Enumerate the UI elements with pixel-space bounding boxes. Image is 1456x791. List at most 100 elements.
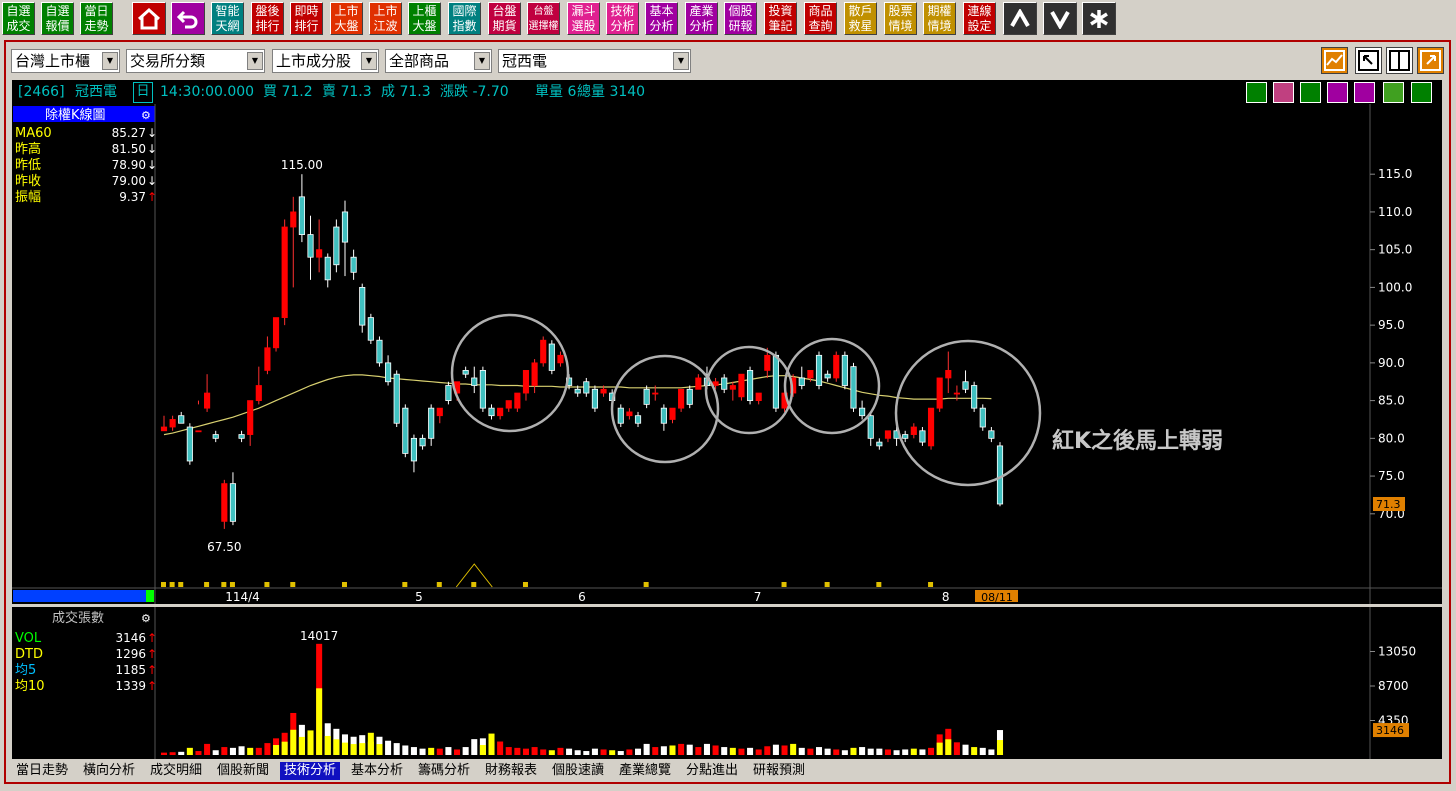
gear-icon[interactable]: ⚙ [141, 109, 151, 122]
candle-body [238, 434, 245, 439]
stock-name: 冠西電 [75, 84, 117, 100]
volume-chart[interactable]: 成交張數 ⚙ VOL 3146 ↑DTD 1296 ↑均5 1185 ↑均10 1339 ↑ 1… [12, 607, 1442, 759]
quote-bar: [2466] 冠西電 日 14:30:00.000 買 71.2 賣 71.3 … [12, 80, 1442, 104]
current-price-label: 71.3 [1376, 498, 1401, 511]
price-tick-label: 110.0 [1378, 205, 1412, 219]
popout-window-icon[interactable] [1417, 47, 1444, 74]
volume-bar [255, 747, 262, 755]
remove-indicator-icon[interactable] [1354, 82, 1375, 103]
undo-icon[interactable] [171, 2, 205, 35]
toolbar-button-10[interactable]: 台盤 期貨 [488, 2, 521, 35]
toolbar-button-3[interactable]: 智能 天網 [211, 2, 244, 35]
tab-3[interactable]: 個股新聞 [213, 762, 273, 780]
toolbar-button-12[interactable]: 漏斗 選股 [567, 2, 600, 35]
tab-6[interactable]: 籌碼分析 [414, 762, 474, 780]
candlestick-chart[interactable]: 除權K線圖 ⚙ MA60 85.27 ↓昨高 81.50 ↓昨低 78.90 ↓昨收 79.0… [12, 104, 1442, 604]
gear-icon[interactable]: ⚙ [141, 612, 151, 625]
toolbar-button-20[interactable]: 股票 情境 [884, 2, 917, 35]
tab-10[interactable]: 分點進出 [682, 762, 742, 780]
compare-icon[interactable] [1273, 82, 1294, 103]
toolbar-button-19[interactable]: 散戶 救星 [844, 2, 877, 35]
toolbar-button-22[interactable]: 連線 設定 [963, 2, 996, 35]
tab-2[interactable]: 成交明細 [146, 762, 206, 780]
tab-9[interactable]: 產業總覽 [615, 762, 675, 780]
stock-select[interactable]: 冠西電 ▼ [498, 49, 691, 73]
volume-bar [617, 751, 624, 755]
volume-bar-split [316, 688, 323, 755]
chart-style-icon[interactable] [1321, 47, 1348, 74]
vol-stat-arrow: ↑ [147, 679, 157, 693]
list-layout-icon[interactable] [1383, 82, 1404, 103]
volume-bar [824, 748, 831, 755]
chevron-down-icon[interactable]: ▼ [247, 52, 263, 70]
tab-0[interactable]: 當日走勢 [12, 762, 72, 780]
category-select-value: 交易所分類 [130, 52, 206, 70]
restore-window-icon[interactable] [1355, 47, 1382, 74]
toolbar-button-11[interactable]: 台盤 選擇權 [527, 2, 560, 35]
tab-5[interactable]: 基本分析 [347, 762, 407, 780]
toolbar-button-4[interactable]: 盤後 排行 [251, 2, 284, 35]
add-indicator-icon[interactable] [1327, 82, 1348, 103]
event-marker [928, 582, 934, 587]
asterisk-icon[interactable] [1082, 2, 1116, 35]
arrow-up-icon[interactable] [1003, 2, 1037, 35]
chevron-down-icon[interactable]: ▼ [102, 52, 118, 70]
product-select[interactable]: 全部商品 ▼ [385, 49, 492, 73]
toolbar-button-6[interactable]: 上市 大盤 [330, 2, 363, 35]
candle-body [488, 407, 495, 417]
tab-8[interactable]: 個股速讀 [548, 762, 608, 780]
volume-bar [635, 748, 642, 755]
event-marker [221, 582, 227, 587]
category-select[interactable]: 交易所分類 ▼ [126, 49, 265, 73]
scroll-track[interactable] [13, 590, 146, 602]
grid-layout-icon[interactable] [1411, 82, 1432, 103]
toolbar-button-16[interactable]: 個股 研報 [724, 2, 757, 35]
toolbar-button-1[interactable]: 自選 報價 [41, 2, 74, 35]
chevron-down-icon[interactable]: ▼ [474, 52, 490, 70]
volume-bar [859, 747, 866, 755]
vol-stat-label: VOL [15, 631, 42, 646]
toolbar-button-18[interactable]: 商品 查詢 [804, 2, 837, 35]
candle-body [712, 381, 719, 386]
weight-icon[interactable] [1300, 82, 1321, 103]
candle-body [316, 249, 323, 258]
toolbar-button-5[interactable]: 即時 排行 [290, 2, 323, 35]
candle-body [634, 415, 642, 424]
volume-chart-panel[interactable]: 成交張數 ⚙ VOL 3146 ↑ DTD 1296 ↑ 均5 1185 ↑ 均10 1339 ↑ 1… [12, 607, 1442, 759]
chevron-down-icon[interactable]: ▼ [673, 52, 689, 70]
volume-bar [660, 746, 667, 755]
toolbar-button-13[interactable]: 技術 分析 [606, 2, 639, 35]
tab-11[interactable]: 研報預測 [749, 762, 809, 780]
volume-bar [867, 748, 874, 755]
volume-bar [583, 751, 590, 755]
split-window-icon[interactable] [1386, 47, 1413, 74]
tab-7[interactable]: 財務報表 [481, 762, 541, 780]
toolbar-button-7[interactable]: 上市 江波 [369, 2, 402, 35]
toolbar-button-17[interactable]: 投資 筆記 [764, 2, 797, 35]
list-select[interactable]: 上市成分股 ▼ [272, 49, 379, 73]
tab-1[interactable]: 橫向分析 [79, 762, 139, 780]
volume-bar-split [367, 741, 374, 755]
vol-stat-value: 1339 [115, 679, 146, 693]
candlestick-chart-panel[interactable]: 除權K線圖 ⚙ MA60 85.27 ↓ 昨高 81.50 ↓ 昨低 78.90 ↓ 昨收 79.0… [12, 104, 1442, 604]
home-icon[interactable] [132, 2, 166, 35]
volume-bar-split [281, 741, 288, 755]
toolbar-button-21[interactable]: 期權 情境 [923, 2, 956, 35]
arrow-down-icon[interactable] [1043, 2, 1077, 35]
period-icon[interactable]: 日 [133, 82, 153, 103]
toolbar-button-15[interactable]: 產業 分析 [685, 2, 718, 35]
candle-body [272, 317, 280, 349]
vol-stat-value: 3146 [115, 631, 146, 645]
toolbar-button-9[interactable]: 國際 指數 [448, 2, 481, 35]
chevron-down-icon[interactable]: ▼ [361, 52, 377, 70]
overlay-icon[interactable] [1246, 82, 1267, 103]
scroll-thumb[interactable] [146, 590, 154, 602]
toolbar-button-0[interactable]: 自選 成交 [2, 2, 35, 35]
toolbar-button-14[interactable]: 基本 分析 [645, 2, 678, 35]
market-select[interactable]: 台灣上市櫃 ▼ [11, 49, 120, 73]
toolbar-button-8[interactable]: 上櫃 大盤 [408, 2, 441, 35]
toolbar-button-2[interactable]: 當日 走勢 [80, 2, 113, 35]
tab-4[interactable]: 技術分析 [280, 762, 341, 780]
volume-panel-title: 成交張數 [52, 610, 104, 626]
volume-bar [497, 741, 504, 755]
